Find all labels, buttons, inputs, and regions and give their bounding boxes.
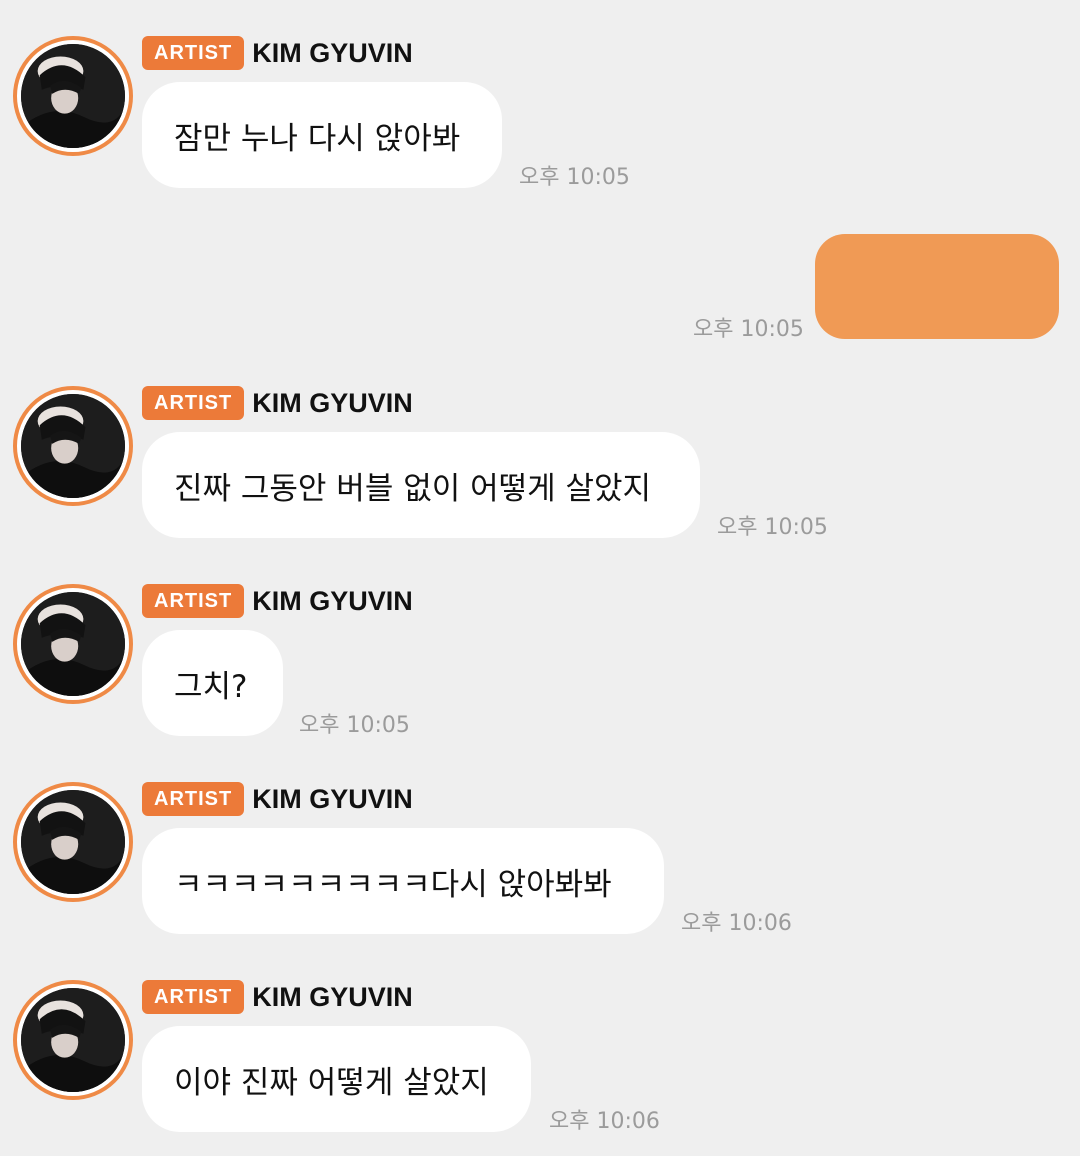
message-bubble[interactable]: 그치? [142,630,283,736]
artist-badge: ARTIST [142,386,245,420]
sender-row: ARTIST KIM GYUVIN [142,36,413,70]
message-bubble[interactable]: 진짜 그동안 버블 없이 어떻게 살았지 [142,432,700,538]
artist-badge: ARTIST [142,980,245,1014]
avatar-photo [21,592,125,696]
sender-name: KIM GYUVIN [252,387,413,418]
profile-photo-icon [21,988,125,1092]
message-timestamp: 오후 10:06 [549,1109,660,1134]
sender-name: KIM GYUVIN [252,37,413,68]
artist-avatar[interactable] [13,386,133,506]
profile-photo-icon [21,790,125,894]
message-timestamp: 오후 10:05 [519,165,630,190]
artist-badge: ARTIST [142,584,245,618]
sender-name: KIM GYUVIN [252,981,413,1012]
sent-message-bubble[interactable] [815,234,1059,339]
sender-name: KIM GYUVIN [252,585,413,616]
artist-avatar[interactable] [13,782,133,902]
artist-avatar[interactable] [13,980,133,1100]
profile-photo-icon [21,394,125,498]
sender-row: ARTIST KIM GYUVIN [142,386,413,420]
message-timestamp: 오후 10:05 [693,317,804,342]
message-bubble[interactable]: 잠만 누나 다시 앉아봐 [142,82,502,188]
avatar-photo [21,790,125,894]
message-timestamp: 오후 10:06 [681,911,792,936]
sender-name: KIM GYUVIN [252,783,413,814]
avatar-photo [21,988,125,1092]
artist-badge: ARTIST [142,782,245,816]
chat-thread[interactable]: ARTIST KIM GYUVIN 잠만 누나 다시 앉아봐 오후 10:05 … [0,0,1080,1156]
avatar-photo [21,394,125,498]
message-bubble[interactable]: ㅋㅋㅋㅋㅋㅋㅋㅋㅋ다시 앉아봐봐 [142,828,664,934]
message-timestamp: 오후 10:05 [717,515,828,540]
sender-row: ARTIST KIM GYUVIN [142,782,413,816]
sender-row: ARTIST KIM GYUVIN [142,980,413,1014]
artist-badge: ARTIST [142,36,245,70]
message-timestamp: 오후 10:05 [299,713,410,738]
artist-avatar[interactable] [13,584,133,704]
profile-photo-icon [21,44,125,148]
sender-row: ARTIST KIM GYUVIN [142,584,413,618]
artist-avatar[interactable] [13,36,133,156]
profile-photo-icon [21,592,125,696]
avatar-photo [21,44,125,148]
message-bubble[interactable]: 이야 진짜 어떻게 살았지 [142,1026,531,1132]
